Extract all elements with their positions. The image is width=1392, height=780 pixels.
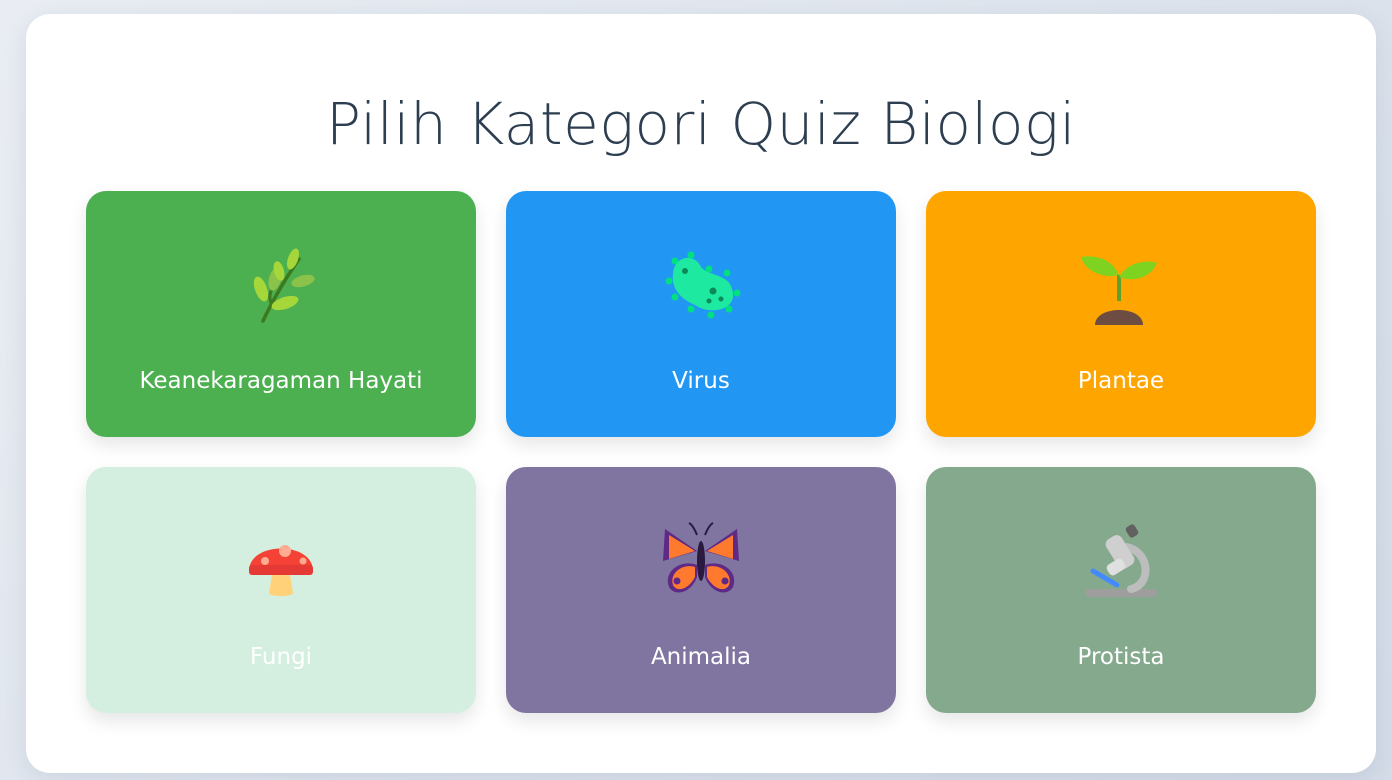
category-label: Virus [672, 368, 730, 394]
category-card-fungi[interactable]: Fungi [86, 467, 476, 713]
mushroom-icon [241, 521, 321, 601]
category-card-animalia[interactable]: Animalia [506, 467, 896, 713]
herb-icon [241, 245, 321, 325]
page-title: Pilih Kategori Quiz Biologi [326, 90, 1076, 158]
category-card-plantae[interactable]: Plantae [926, 191, 1316, 437]
category-grid: Keanekaragaman Hayati Virus Plantae Fung… [86, 191, 1316, 713]
category-label: Keanekaragaman Hayati [139, 368, 423, 394]
category-label: Animalia [650, 644, 752, 670]
seedling-icon [1081, 245, 1161, 325]
category-card-virus[interactable]: Virus [506, 191, 896, 437]
butterfly-icon [661, 521, 741, 601]
main-panel: Pilih Kategori Quiz Biologi Keanekaragam… [26, 14, 1376, 773]
category-label: Fungi [249, 644, 313, 670]
category-label: Plantae [1077, 368, 1165, 394]
category-card-protista[interactable]: Protista [926, 467, 1316, 713]
microscope-icon [1081, 521, 1161, 601]
category-card-keanekaragaman-hayati[interactable]: Keanekaragaman Hayati [86, 191, 476, 437]
microbe-icon [661, 245, 741, 325]
category-label: Protista [1077, 644, 1165, 670]
